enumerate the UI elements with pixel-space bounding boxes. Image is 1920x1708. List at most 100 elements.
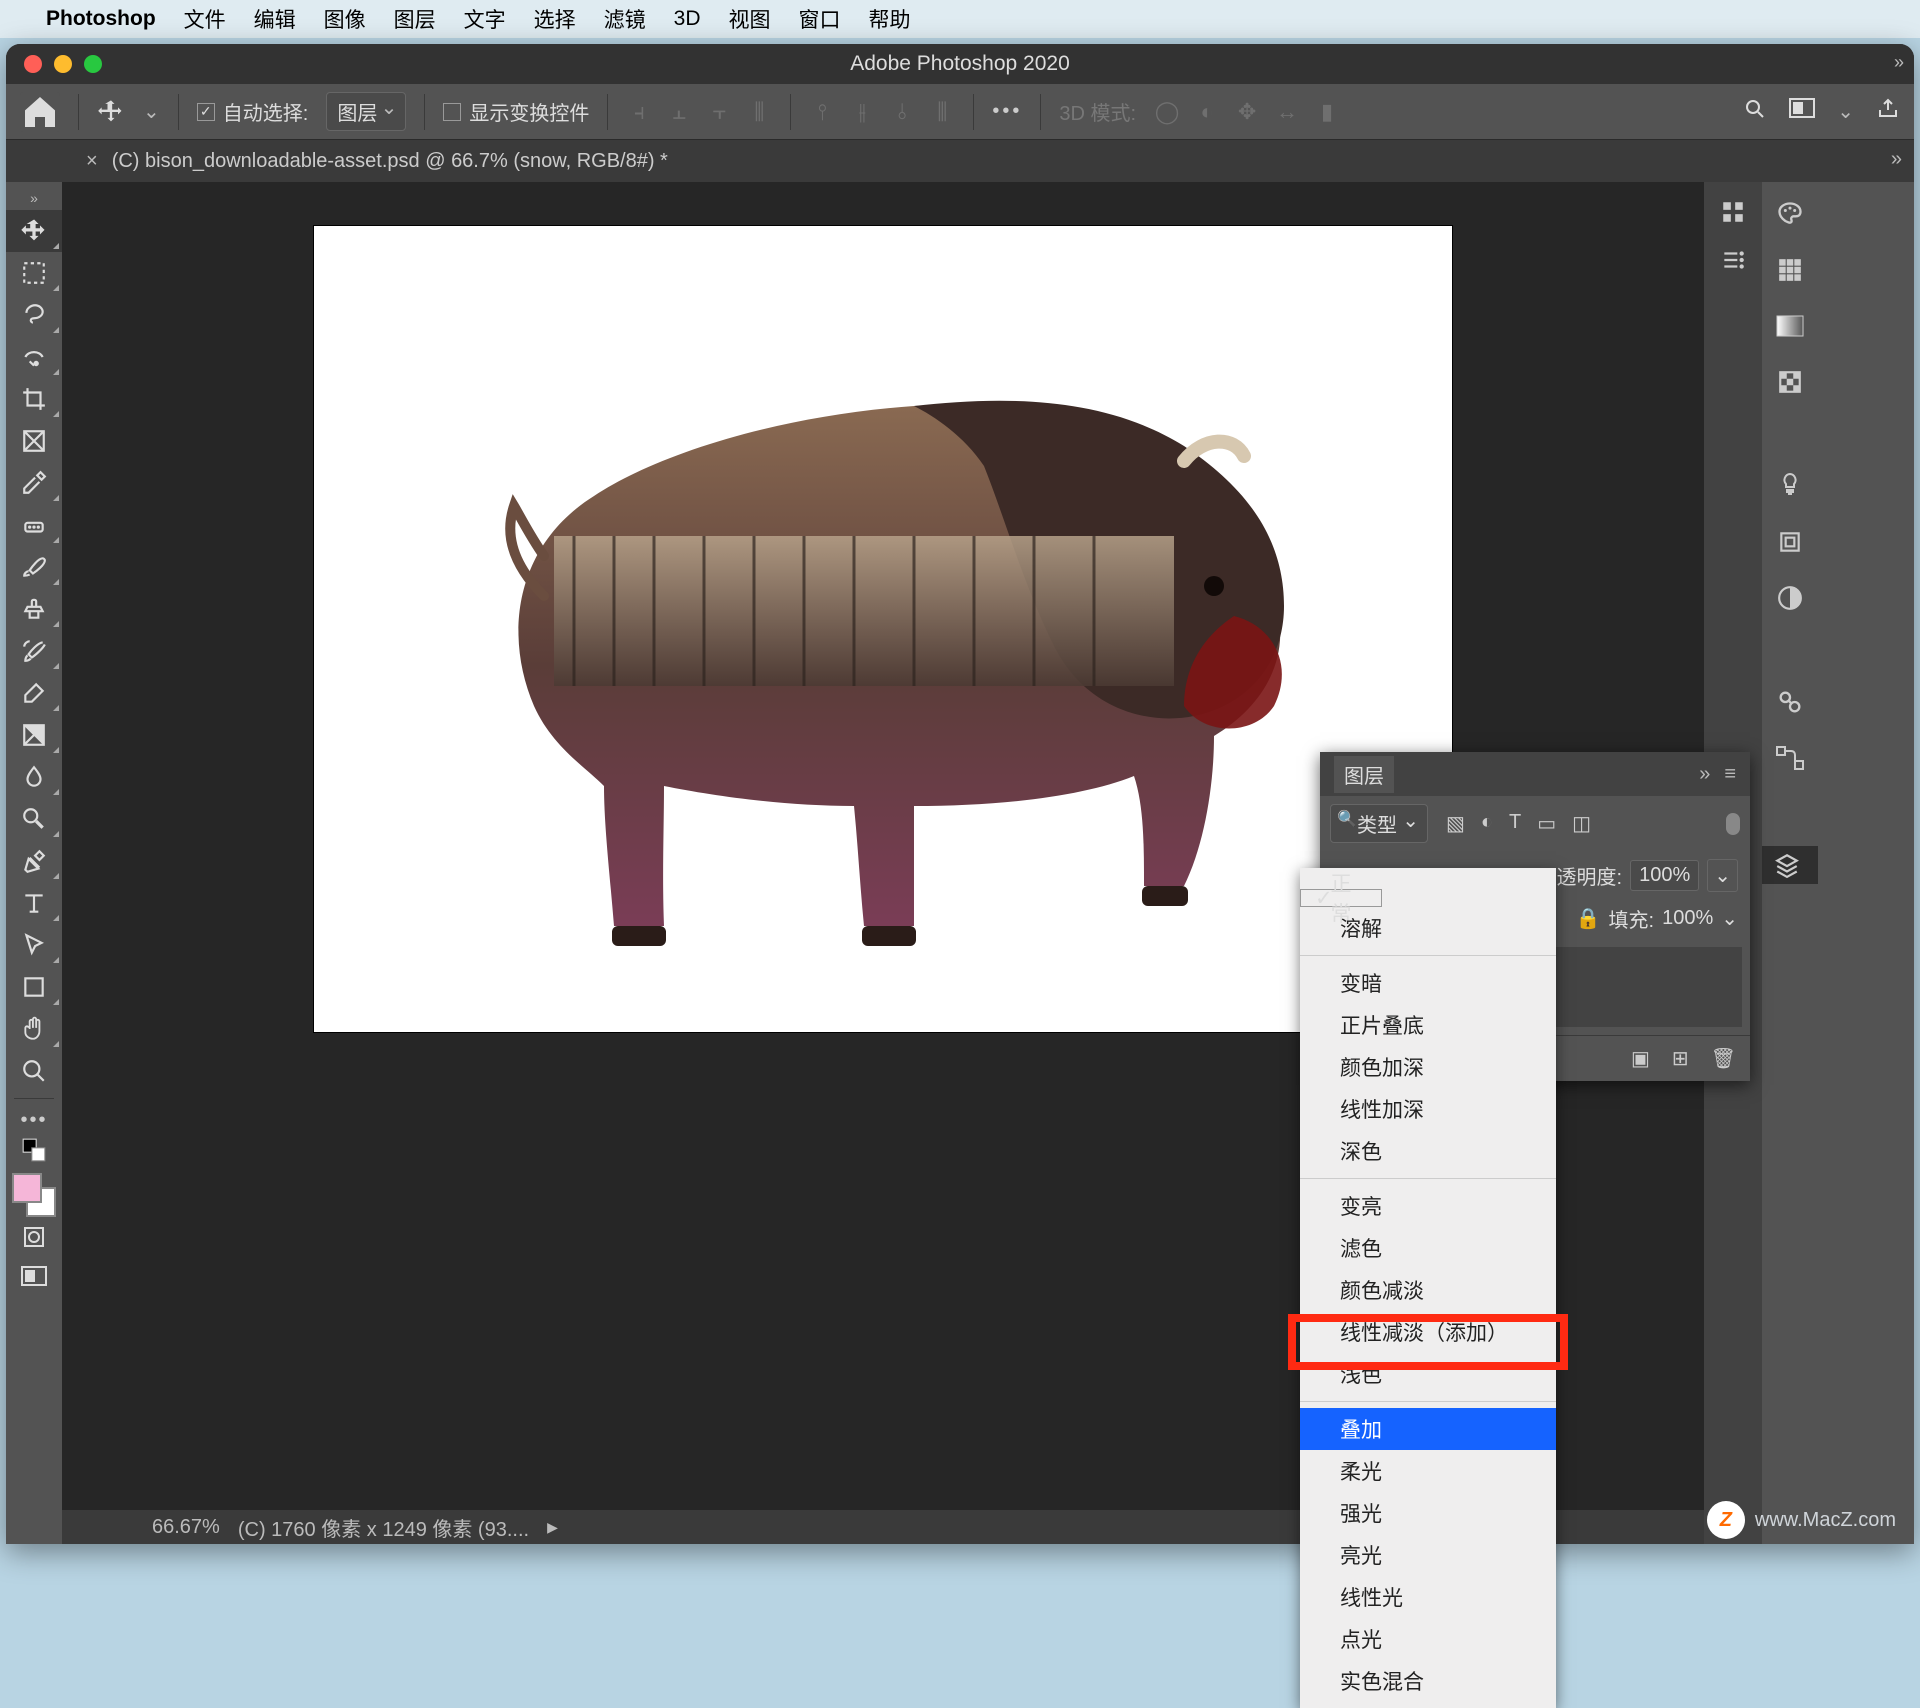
- shape-tool[interactable]: [6, 966, 62, 1008]
- blend-item-dissolve[interactable]: 溶解: [1300, 907, 1556, 949]
- screen-mode-icon[interactable]: [1789, 98, 1815, 126]
- libraries-panel-icon[interactable]: [1774, 526, 1806, 558]
- menu-3d[interactable]: 3D: [674, 7, 701, 31]
- move-tool-icon[interactable]: [97, 98, 125, 126]
- align-hcenter-icon[interactable]: ⫠: [666, 99, 692, 125]
- swatches-panel-icon[interactable]: [1774, 254, 1806, 286]
- search-icon[interactable]: [1743, 97, 1767, 127]
- menu-help[interactable]: 帮助: [869, 4, 911, 34]
- fill-dropdown-icon[interactable]: ⌄: [1721, 906, 1738, 931]
- titlebar-overflow-icon[interactable]: »: [1894, 52, 1904, 73]
- menu-type[interactable]: 文字: [464, 4, 506, 34]
- filter-smart-icon[interactable]: ◫: [1572, 811, 1591, 836]
- path-select-tool[interactable]: [6, 924, 62, 966]
- close-tab-icon[interactable]: ×: [86, 150, 98, 173]
- history-panel-icon[interactable]: [1715, 194, 1751, 230]
- eyedropper-tool[interactable]: [6, 462, 62, 504]
- new-layer-icon[interactable]: ⊞: [1672, 1046, 1689, 1071]
- canvas[interactable]: [314, 226, 1452, 1032]
- pen-tool[interactable]: [6, 840, 62, 882]
- blend-mode-dropdown[interactable]: 正常 溶解 变暗 正片叠底 颜色加深 线性加深 深色 变亮 滤色 颜色减淡 线性…: [1300, 868, 1556, 1708]
- brushes-panel-icon[interactable]: [1774, 686, 1806, 718]
- fg-color-swatch[interactable]: [12, 1173, 42, 1203]
- document-tab[interactable]: × (C) bison_downloadable-asset.psd @ 66.…: [86, 150, 668, 173]
- blend-item-darkercolor[interactable]: 深色: [1300, 1130, 1556, 1172]
- lock-icon[interactable]: 🔒: [1576, 906, 1601, 931]
- auto-select-checkbox[interactable]: ✓ 自动选择:: [197, 97, 309, 126]
- transform-controls-checkbox[interactable]: 显示变换控件: [443, 97, 589, 126]
- gradients-panel-icon[interactable]: [1774, 310, 1806, 342]
- layers-panel-tab[interactable]: [1762, 846, 1818, 884]
- home-button[interactable]: [20, 92, 60, 132]
- type-tool[interactable]: [6, 882, 62, 924]
- blend-item-screen[interactable]: 滤色: [1300, 1227, 1556, 1269]
- zoom-level[interactable]: 66.67%: [152, 1516, 220, 1539]
- menu-file[interactable]: 文件: [184, 4, 226, 34]
- app-name[interactable]: Photoshop: [46, 7, 156, 31]
- blend-item-hardmix[interactable]: 实色混合: [1300, 1660, 1556, 1702]
- filter-adjust-icon[interactable]: ◐: [1481, 811, 1493, 836]
- panel-collapse-icon[interactable]: »: [1699, 763, 1710, 786]
- eraser-tool[interactable]: [6, 672, 62, 714]
- align-bottom-icon[interactable]: ⫰: [889, 99, 915, 125]
- distribute-v-icon[interactable]: ⫼: [929, 99, 955, 125]
- more-options-icon[interactable]: •••: [992, 100, 1022, 123]
- crop-tool[interactable]: [6, 378, 62, 420]
- screen-mode-tool-icon[interactable]: [6, 1257, 62, 1297]
- fill-value[interactable]: 100%: [1662, 907, 1713, 930]
- adjustments-panel-icon[interactable]: [1774, 582, 1806, 614]
- gradient-tool[interactable]: [6, 714, 62, 756]
- blend-item-overlay[interactable]: 叠加: [1300, 1408, 1556, 1450]
- opacity-dropdown-icon[interactable]: ⌄: [1707, 859, 1738, 892]
- blend-item-linearburn[interactable]: 线性加深: [1300, 1088, 1556, 1130]
- distribute-h-icon[interactable]: ⫼: [746, 99, 772, 125]
- quick-select-tool[interactable]: [6, 336, 62, 378]
- 3d-slide-icon[interactable]: ↔: [1274, 99, 1300, 125]
- tabs-overflow-icon[interactable]: »: [1891, 148, 1902, 171]
- blend-item-lightercolor[interactable]: 浅色: [1300, 1353, 1556, 1395]
- move-tool[interactable]: [6, 210, 62, 252]
- patterns-panel-icon[interactable]: [1774, 366, 1806, 398]
- default-colors-icon[interactable]: [6, 1135, 62, 1165]
- align-right-icon[interactable]: ⫟: [706, 99, 732, 125]
- color-swatches[interactable]: [12, 1173, 56, 1217]
- 3d-pan-icon[interactable]: ✥: [1234, 99, 1260, 125]
- 3d-roll-icon[interactable]: ◐: [1194, 99, 1220, 125]
- blend-item-darken[interactable]: 变暗: [1300, 962, 1556, 1004]
- brush-tool[interactable]: [6, 546, 62, 588]
- layer-filter-select[interactable]: 类型: [1330, 804, 1428, 843]
- blend-item-pinlight[interactable]: 点光: [1300, 1618, 1556, 1660]
- menu-image[interactable]: 图像: [324, 4, 366, 34]
- blend-item-lineardodge[interactable]: 线性减淡（添加）: [1300, 1311, 1556, 1353]
- blend-item-linearlight[interactable]: 线性光: [1300, 1576, 1556, 1618]
- menu-filter[interactable]: 滤镜: [604, 4, 646, 34]
- layers-panel-title[interactable]: 图层: [1334, 756, 1394, 793]
- 3d-camera-icon[interactable]: ▮: [1314, 99, 1340, 125]
- blend-item-lighten[interactable]: 变亮: [1300, 1185, 1556, 1227]
- paths-panel-icon[interactable]: [1774, 742, 1806, 774]
- share-icon[interactable]: [1876, 97, 1900, 127]
- lasso-tool[interactable]: [6, 294, 62, 336]
- filter-shape-icon[interactable]: ▭: [1537, 811, 1556, 836]
- hand-tool[interactable]: [6, 1008, 62, 1050]
- dodge-tool[interactable]: [6, 798, 62, 840]
- blend-item-multiply[interactable]: 正片叠底: [1300, 1004, 1556, 1046]
- blend-item-colordodge[interactable]: 颜色减淡: [1300, 1269, 1556, 1311]
- 3d-orbit-icon[interactable]: ◯: [1154, 99, 1180, 125]
- blend-item-hardlight[interactable]: 强光: [1300, 1492, 1556, 1534]
- window-close-button[interactable]: [24, 55, 42, 73]
- filter-toggle[interactable]: [1726, 813, 1740, 835]
- zoom-tool[interactable]: [6, 1050, 62, 1092]
- new-group-icon[interactable]: ▣: [1631, 1046, 1650, 1071]
- window-zoom-button[interactable]: [84, 55, 102, 73]
- blend-item-normal[interactable]: 正常: [1300, 889, 1382, 907]
- align-top-icon[interactable]: ⫯: [809, 99, 835, 125]
- menu-layer[interactable]: 图层: [394, 4, 436, 34]
- panel-menu-icon[interactable]: ≡: [1724, 763, 1736, 786]
- quick-mask-icon[interactable]: [6, 1217, 62, 1257]
- filter-pixel-icon[interactable]: ▧: [1446, 811, 1465, 836]
- status-menu-icon[interactable]: ▶: [547, 1519, 558, 1536]
- healing-brush-tool[interactable]: [6, 504, 62, 546]
- menu-view[interactable]: 视图: [729, 4, 771, 34]
- edit-toolbar-icon[interactable]: •••: [6, 1105, 62, 1135]
